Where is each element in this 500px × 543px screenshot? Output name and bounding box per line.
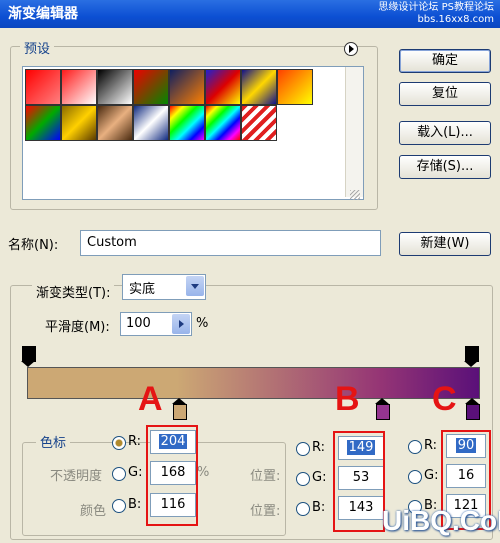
r-radio-b[interactable]	[296, 442, 310, 456]
gradient-type-value: 实底	[129, 282, 156, 297]
opacity-stop-left[interactable]	[22, 346, 36, 362]
color-label: 颜色	[80, 504, 107, 519]
title-bar: 渐变编辑器 思缘设计论坛 PS教程论坛 bbs.16xx8.com	[0, 0, 500, 28]
preset-swatch[interactable]	[61, 105, 97, 141]
preset-swatch[interactable]	[241, 69, 277, 105]
watermark-line2: PS教程论坛	[441, 2, 494, 13]
g-label-c: G:	[424, 468, 439, 483]
opacity-stop-right[interactable]	[465, 346, 479, 362]
percent-label-a: %	[197, 465, 210, 480]
preset-swatch[interactable]	[277, 69, 313, 105]
gradient-type-label: 渐变类型(T):	[32, 282, 115, 301]
color-stop-c[interactable]	[466, 404, 480, 420]
r-label-a: R:	[128, 434, 142, 449]
presets-scrollbar[interactable]	[345, 67, 363, 197]
r-label-c: R:	[424, 438, 438, 453]
preset-swatch[interactable]	[205, 69, 241, 105]
gradient-type-select[interactable]: 实底	[122, 274, 206, 300]
preset-swatch[interactable]	[97, 105, 133, 141]
preset-swatch[interactable]	[133, 69, 169, 105]
g-radio-c[interactable]	[408, 470, 422, 484]
watermark-line3: bbs.16xx8.com	[417, 14, 494, 25]
highlight-box-a	[146, 425, 198, 526]
watermark-text: 思缘设计论坛 PS教程论坛 bbs.16xx8.com	[378, 2, 494, 26]
highlight-box-b	[333, 431, 385, 532]
r-radio-c[interactable]	[408, 440, 422, 454]
preset-swatch[interactable]	[205, 105, 241, 141]
smoothness-label: 平滑度(M):	[45, 320, 110, 335]
color-stop-a[interactable]	[173, 404, 187, 420]
g-radio-b[interactable]	[296, 472, 310, 486]
preset-swatch[interactable]	[133, 105, 169, 141]
annotation-b: B	[335, 380, 360, 418]
color-stop-b[interactable]	[376, 404, 390, 420]
presets-menu-icon[interactable]	[344, 42, 358, 56]
chevron-right-icon[interactable]	[172, 314, 190, 334]
watermark-line1: 思缘设计论坛	[378, 2, 439, 13]
g-label-b: G:	[312, 470, 327, 485]
b-radio-b[interactable]	[296, 502, 310, 516]
smoothness-unit: %	[196, 316, 209, 331]
location-label-2: 位置:	[250, 504, 281, 519]
site-watermark: UiBQ.CoM	[382, 505, 500, 536]
presets-resize-grip[interactable]	[350, 190, 360, 200]
g-radio-a[interactable]	[112, 467, 126, 481]
stops-legend: 色标	[36, 432, 71, 451]
preset-swatch[interactable]	[25, 105, 61, 141]
smoothness-value: 100	[126, 316, 151, 331]
annotation-c: C	[432, 380, 457, 418]
r-label-b: R:	[312, 440, 326, 455]
load-button[interactable]: 载入(L)...	[399, 121, 491, 145]
gradient-bar[interactable]	[27, 367, 480, 399]
chevron-down-icon[interactable]	[186, 276, 204, 296]
ok-button[interactable]: 确定	[399, 49, 491, 73]
presets-legend: 预设	[20, 38, 55, 57]
preset-swatch[interactable]	[97, 69, 133, 105]
name-input[interactable]: Custom	[80, 230, 381, 256]
opacity-label: 不透明度	[50, 469, 103, 484]
preset-swatch[interactable]	[25, 69, 61, 105]
b-radio-a[interactable]	[112, 499, 126, 513]
name-label: 名称(N):	[8, 238, 59, 253]
preset-swatch[interactable]	[61, 69, 97, 105]
preset-swatch[interactable]	[169, 69, 205, 105]
smoothness-input[interactable]: 100	[120, 312, 192, 336]
presets-list[interactable]	[22, 66, 364, 200]
window-title: 渐变编辑器	[8, 6, 78, 22]
g-label-a: G:	[128, 465, 143, 480]
annotation-a: A	[138, 380, 163, 418]
preset-swatch[interactable]	[169, 105, 205, 141]
b-label-a: B:	[128, 497, 142, 512]
b-label-b: B:	[312, 500, 326, 515]
reset-button[interactable]: 复位	[399, 82, 491, 106]
new-button[interactable]: 新建(W)	[399, 232, 491, 256]
preset-swatch[interactable]	[241, 105, 277, 141]
save-button[interactable]: 存储(S)...	[399, 155, 491, 179]
r-radio-a[interactable]	[112, 436, 126, 450]
location-label-1: 位置:	[250, 469, 281, 484]
